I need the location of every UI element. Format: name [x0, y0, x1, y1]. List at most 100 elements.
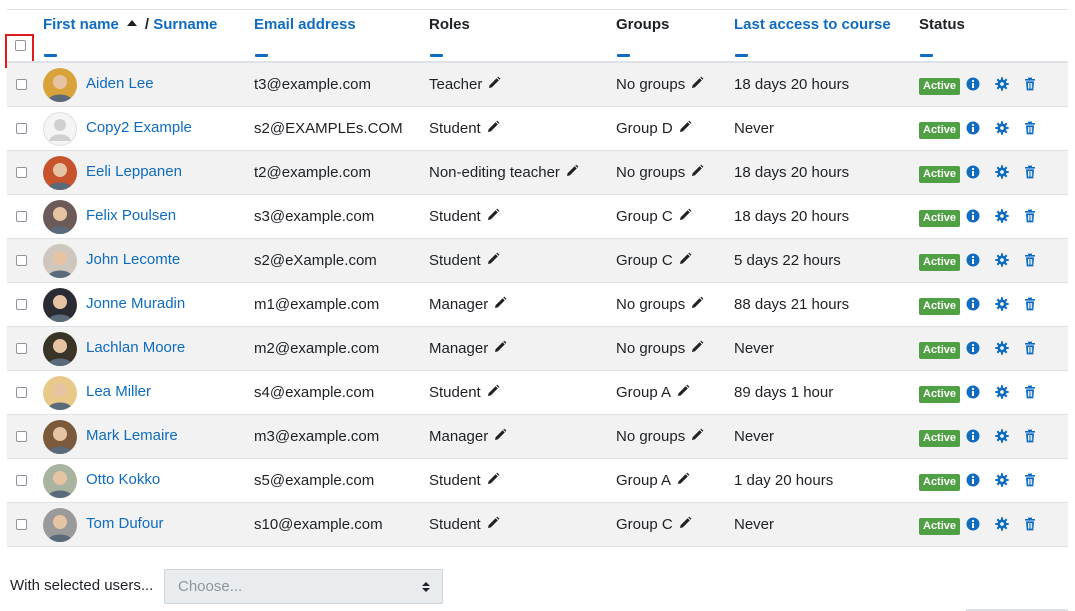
row-select-checkbox[interactable] [16, 211, 27, 222]
user-name-link[interactable]: Lachlan Moore [86, 339, 185, 356]
edit-roles-pencil-icon[interactable] [486, 120, 500, 134]
collapse-last-access-icon[interactable] [735, 54, 748, 57]
collapse-email-icon[interactable] [255, 54, 268, 57]
edit-groups-pencil-icon[interactable] [676, 384, 690, 398]
trash-icon[interactable] [1023, 385, 1037, 399]
trash-icon[interactable] [1023, 209, 1037, 223]
row-select-checkbox[interactable] [16, 255, 27, 266]
edit-groups-pencil-icon[interactable] [690, 428, 704, 442]
edit-roles-pencil-icon[interactable] [493, 296, 507, 310]
collapse-groups-icon[interactable] [617, 54, 630, 57]
user-name-link[interactable]: Felix Poulsen [86, 207, 176, 224]
edit-groups-pencil-icon[interactable] [690, 164, 704, 178]
row-select-checkbox[interactable] [16, 299, 27, 310]
gear-icon[interactable] [995, 517, 1009, 531]
edit-roles-pencil-icon[interactable] [486, 472, 500, 486]
info-icon[interactable] [966, 77, 980, 91]
gear-icon[interactable] [995, 77, 1009, 91]
sort-last-access-link[interactable]: Last access to course [734, 16, 891, 33]
gear-icon[interactable] [995, 341, 1009, 355]
user-name-link[interactable]: John Lecomte [86, 251, 180, 268]
user-name-link[interactable]: Mark Lemaire [86, 427, 178, 444]
row-select-checkbox[interactable] [16, 167, 27, 178]
edit-groups-pencil-icon[interactable] [678, 208, 692, 222]
row-select-checkbox[interactable] [16, 343, 27, 354]
avatar[interactable] [43, 332, 77, 366]
sort-email-link[interactable]: Email address [254, 16, 356, 33]
gear-icon[interactable] [995, 297, 1009, 311]
edit-roles-pencil-icon[interactable] [486, 384, 500, 398]
gear-icon[interactable] [995, 209, 1009, 223]
row-select-checkbox[interactable] [16, 475, 27, 486]
trash-icon[interactable] [1023, 297, 1037, 311]
collapse-status-icon[interactable] [920, 54, 933, 57]
info-icon[interactable] [966, 341, 980, 355]
row-select-checkbox[interactable] [16, 123, 27, 134]
avatar[interactable] [43, 376, 77, 410]
user-name-link[interactable]: Lea Miller [86, 383, 151, 400]
trash-icon[interactable] [1023, 165, 1037, 179]
trash-icon[interactable] [1023, 253, 1037, 267]
info-icon[interactable] [966, 253, 980, 267]
gear-icon[interactable] [995, 429, 1009, 443]
trash-icon[interactable] [1023, 121, 1037, 135]
info-icon[interactable] [966, 165, 980, 179]
avatar[interactable] [43, 112, 77, 146]
avatar[interactable] [43, 508, 77, 542]
user-name-link[interactable]: Otto Kokko [86, 471, 160, 488]
edit-groups-pencil-icon[interactable] [690, 296, 704, 310]
gear-icon[interactable] [995, 385, 1009, 399]
collapse-name-icon[interactable] [44, 54, 57, 57]
avatar[interactable] [43, 288, 77, 322]
sort-surname-link[interactable]: Surname [153, 16, 217, 33]
info-icon[interactable] [966, 297, 980, 311]
row-select-checkbox[interactable] [16, 431, 27, 442]
edit-roles-pencil-icon[interactable] [486, 208, 500, 222]
trash-icon[interactable] [1023, 77, 1037, 91]
gear-icon[interactable] [995, 121, 1009, 135]
info-icon[interactable] [966, 517, 980, 531]
row-select-checkbox[interactable] [16, 387, 27, 398]
edit-roles-pencil-icon[interactable] [493, 340, 507, 354]
edit-roles-pencil-icon[interactable] [487, 76, 501, 90]
avatar[interactable] [43, 200, 77, 234]
edit-roles-pencil-icon[interactable] [493, 428, 507, 442]
trash-icon[interactable] [1023, 473, 1037, 487]
gear-icon[interactable] [995, 473, 1009, 487]
edit-roles-pencil-icon[interactable] [486, 252, 500, 266]
gear-icon[interactable] [995, 165, 1009, 179]
edit-roles-pencil-icon[interactable] [486, 516, 500, 530]
user-name-link[interactable]: Copy2 Example [86, 119, 192, 136]
info-icon[interactable] [966, 385, 980, 399]
edit-groups-pencil-icon[interactable] [678, 252, 692, 266]
info-icon[interactable] [966, 429, 980, 443]
trash-icon[interactable] [1023, 429, 1037, 443]
bulk-action-select[interactable]: Choose... [164, 569, 443, 604]
edit-groups-pencil-icon[interactable] [676, 472, 690, 486]
avatar[interactable] [43, 68, 77, 102]
sort-first-name-link[interactable]: First name [43, 16, 119, 33]
gear-icon[interactable] [995, 253, 1009, 267]
select-all-checkbox[interactable] [15, 40, 26, 51]
user-name-link[interactable]: Tom Dufour [86, 515, 164, 532]
avatar[interactable] [43, 156, 77, 190]
info-icon[interactable] [966, 121, 980, 135]
user-name-link[interactable]: Eeli Leppanen [86, 163, 182, 180]
avatar[interactable] [43, 464, 77, 498]
avatar[interactable] [43, 244, 77, 278]
avatar[interactable] [43, 420, 77, 454]
trash-icon[interactable] [1023, 341, 1037, 355]
collapse-roles-icon[interactable] [430, 54, 443, 57]
info-icon[interactable] [966, 473, 980, 487]
edit-groups-pencil-icon[interactable] [678, 120, 692, 134]
row-select-checkbox[interactable] [16, 79, 27, 90]
row-select-checkbox[interactable] [16, 519, 27, 530]
user-name-link[interactable]: Jonne Muradin [86, 295, 185, 312]
info-icon[interactable] [966, 209, 980, 223]
edit-groups-pencil-icon[interactable] [690, 76, 704, 90]
edit-roles-pencil-icon[interactable] [565, 164, 579, 178]
edit-groups-pencil-icon[interactable] [690, 340, 704, 354]
user-name-link[interactable]: Aiden Lee [86, 75, 154, 92]
edit-groups-pencil-icon[interactable] [678, 516, 692, 530]
trash-icon[interactable] [1023, 517, 1037, 531]
